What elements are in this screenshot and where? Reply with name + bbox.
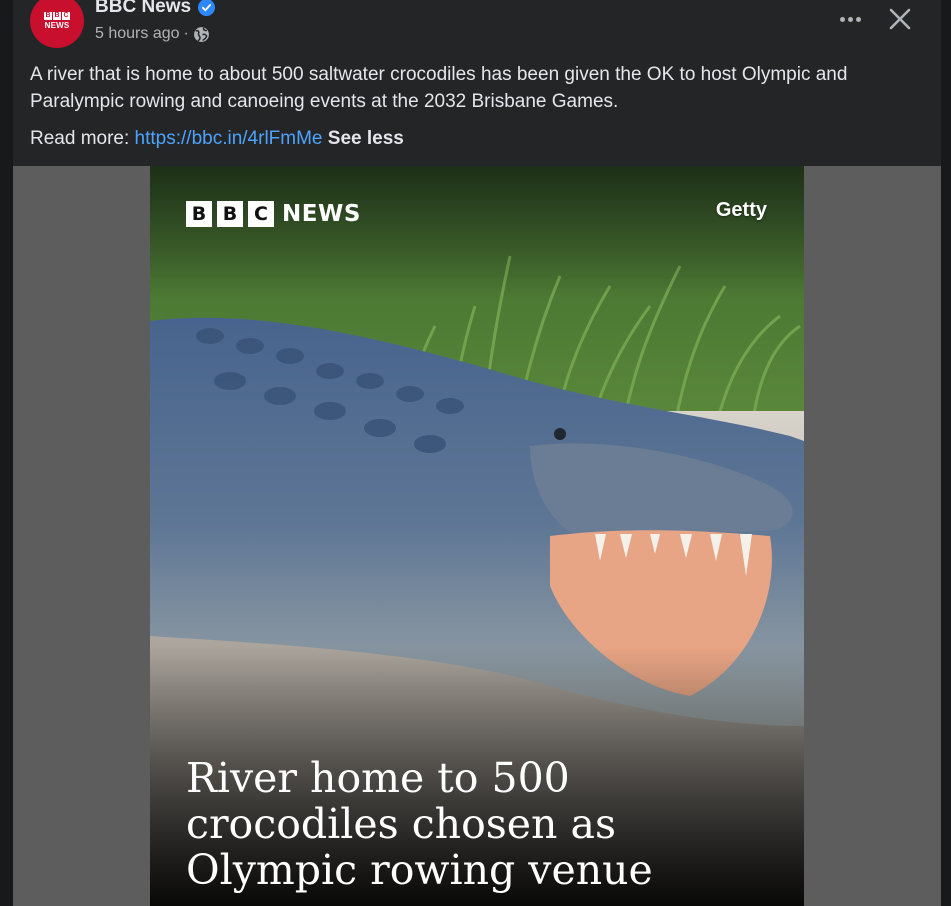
logo-block-c: C xyxy=(248,201,274,227)
page-avatar[interactable]: B B C NEWS xyxy=(30,0,84,48)
post-image[interactable]: B B C NEWS Getty River home to 500 croco… xyxy=(150,166,804,906)
read-more-line: Read more: https://bbc.in/4rlFmMe See le… xyxy=(30,126,404,152)
globe-icon[interactable] xyxy=(193,26,210,43)
page-name: BBC News xyxy=(95,0,216,18)
avatar-block-b1: B xyxy=(44,12,52,20)
logo-block-b2: B xyxy=(217,201,243,227)
more-options-button[interactable] xyxy=(835,8,865,30)
more-dot xyxy=(855,16,861,22)
avatar-logo-blocks: B B C xyxy=(44,12,70,20)
post-header: B B C NEWS BBC News 5 hours ago · xyxy=(13,0,941,56)
close-icon xyxy=(889,8,911,30)
logo-block-b1: B xyxy=(186,201,212,227)
meta-separator: · xyxy=(183,25,189,42)
article-link[interactable]: https://bbc.in/4rlFmMe xyxy=(135,128,323,149)
photo-credit: Getty xyxy=(715,199,767,221)
verified-badge-icon xyxy=(198,0,216,16)
post-card: B B C NEWS BBC News 5 hours ago · A rive… xyxy=(13,0,941,906)
see-less-button[interactable]: See less xyxy=(328,128,404,149)
logo-news-word: NEWS xyxy=(282,201,361,227)
avatar-block-c: C xyxy=(62,12,70,20)
more-dots-icon xyxy=(839,16,845,22)
post-text: A river that is home to about 500 saltwa… xyxy=(30,64,848,112)
close-button[interactable] xyxy=(887,6,913,32)
post-meta: 5 hours ago · xyxy=(95,25,210,43)
bbc-news-logo: B B C NEWS xyxy=(186,201,361,227)
timestamp[interactable]: 5 hours ago xyxy=(95,25,180,43)
avatar-news-label: NEWS xyxy=(44,21,70,30)
image-headline: River home to 500 crocodiles chosen as O… xyxy=(186,754,653,894)
more-dot xyxy=(847,16,853,22)
read-more-prefix: Read more: xyxy=(30,128,135,149)
page-name-link[interactable]: BBC News xyxy=(95,0,191,18)
avatar-block-b2: B xyxy=(53,12,61,20)
